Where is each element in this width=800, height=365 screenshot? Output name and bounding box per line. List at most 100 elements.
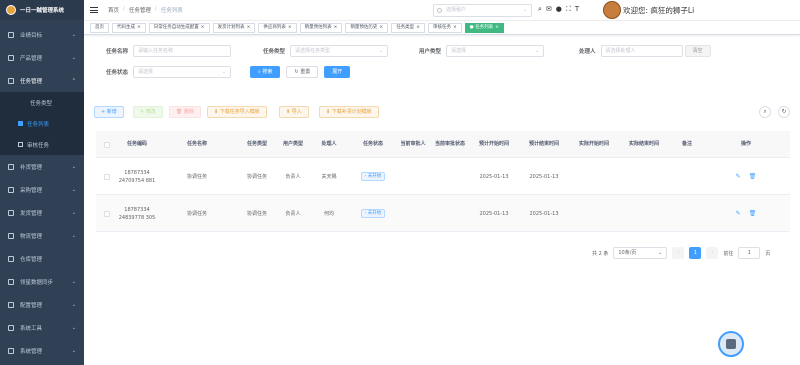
tag-label: 发货计划列表 [217,24,245,30]
header-name: 任务名称 [186,141,207,147]
download-import-template-button[interactable]: ⬇ 下载任务导入模板 [207,106,267,118]
import-label: 导入 [291,109,302,115]
edit-icon[interactable]: ✎ [736,173,741,181]
sidebar-item-sync[interactable]: 领星数据同步 ⌄ [0,270,84,293]
sidebar-item-label: 业绩目标 [20,32,43,39]
task-type-select[interactable]: 请选择任务类型 ⌄ [290,45,389,57]
close-icon[interactable]: × [201,25,205,30]
welcome-text[interactable]: 欢迎您: 疯狂的狮子Li [623,5,694,16]
breadcrumb-task-mgmt[interactable]: 任务管理 [129,6,151,14]
chevron-down-icon: ⌄ [378,48,384,54]
page-size-value: 10条/页 [618,250,637,256]
sidebar-subitem-task-list[interactable]: 任务列表 [0,113,84,134]
user-type-select[interactable]: 请选择 ⌄ [446,45,545,57]
refresh-icon[interactable]: ↻ [778,106,790,118]
task-name-input[interactable]: 请输入任务名称 [133,45,232,57]
tags-view: 首页 代码生成 × 日常任务自动生成配置 × 发货计划列表 × 供应商列表 × 销量预估… [84,21,800,35]
reset-button[interactable]: ↻ 重置 [286,66,319,78]
table-row[interactable]: 18787334 24839778 305 协调任务 协调任务 负责人 何均 -… [96,195,790,232]
sidebar-item-replenish[interactable]: 补货管理 ⌄ [0,155,84,178]
add-button[interactable]: + 新增 [94,106,124,118]
import-button[interactable]: ⬆ 导入 [279,106,309,118]
sidebar-item-purchase[interactable]: 采购管理 ⌄ [0,178,84,201]
delete-icon[interactable]: 🗑 [749,210,757,218]
tag-forecast-history[interactable]: 销量预估历史 × [345,22,389,33]
close-icon[interactable]: × [495,25,499,30]
tenant-placeholder: 选择租户 [446,7,467,13]
floating-assistant-button[interactable] [718,331,744,357]
table-row[interactable]: 18787334 24709754 881 协调任务 协调任务 负责人 关天赐 … [96,158,790,195]
expand-button[interactable]: 展开 [324,66,351,78]
task-status-select[interactable]: 请选择 ⌄ [133,66,232,78]
cell-actions: ✎ 🗑 [727,158,765,195]
type-placeholder: 请选择任务类型 [295,48,331,54]
search-button[interactable]: ⌕ 搜索 [250,66,281,78]
cell-approver [398,195,428,232]
task-table: 任务编码 任务名称 任务类型 用户类型 处理人 任务状态 当前审批人 当前审批状… [96,131,790,232]
close-icon[interactable]: × [288,25,292,30]
clear-button[interactable]: 清空 [684,45,711,57]
download-plan-template-button[interactable]: ⬇ 下载补货计划模板 [319,106,379,118]
row-checkbox[interactable] [104,173,110,180]
font-size-icon[interactable]: T [575,5,579,14]
tag-home[interactable]: 首页 [90,22,109,33]
tag-task-type[interactable]: 任务类型 × [391,22,425,33]
tag-ship-plan[interactable]: 发货计划列表 × [212,22,256,33]
close-icon[interactable]: × [247,25,251,30]
tag-daily-task[interactable]: 日常任务自动生成配置 × [148,22,210,33]
select-all-checkbox[interactable] [104,141,110,148]
app-logo[interactable]: 一日一贼管理系统 [0,0,84,20]
edit-icon[interactable]: ✎ [736,210,741,218]
close-icon[interactable]: × [334,25,338,30]
page-number[interactable]: 1 [689,247,702,259]
cell-approver [398,158,428,195]
sidebar-item-config[interactable]: 配置管理 ⌄ [0,293,84,316]
cell-plan-end: 2025-01-13 [529,173,559,180]
config-icon [8,301,14,308]
fullscreen-icon[interactable]: ⛶ [566,5,571,14]
page-size-select[interactable]: 10条/页 ⌄ [613,247,668,259]
search-icon[interactable]: ⌕ [538,5,542,14]
next-page-button[interactable]: › [706,247,719,259]
cell-actual-end [620,158,668,195]
hamburger-icon[interactable] [90,7,98,13]
github-icon[interactable]: ● [556,5,562,14]
prev-page-button[interactable]: ‹ [672,247,685,259]
delete-button[interactable]: 🗑 删除 [169,106,201,118]
row-checkbox[interactable] [104,210,110,217]
tag-task-list[interactable]: ● 任务列表 × [464,22,504,33]
tag-codegen[interactable]: 代码生成 × [112,22,146,33]
breadcrumb-home[interactable]: 首页 [108,6,119,14]
handler-input[interactable]: 请选择处理人 [600,45,683,57]
edit-label: 修改 [145,109,156,115]
message-icon[interactable]: ✉ [546,5,552,14]
sidebar-item-product[interactable]: 产品管理 ⌄ [0,46,84,69]
sidebar-item-tools[interactable]: 系统工具 ⌄ [0,316,84,339]
sidebar-item-logistics[interactable]: 物流管理 ⌄ [0,224,84,247]
close-icon[interactable]: × [453,25,457,30]
close-icon[interactable]: × [416,25,420,30]
goto-page-input[interactable]: 1 [738,247,761,259]
tenant-select[interactable]: 选择租户 ⌄ [433,4,532,17]
close-icon[interactable]: × [137,25,141,30]
delete-icon[interactable]: 🗑 [749,173,757,181]
sidebar-item-warehouse[interactable]: 仓库管理 [0,247,84,270]
avatar[interactable] [603,1,621,19]
tag-review[interactable]: 审核任务 × [427,22,462,33]
edit-button[interactable]: ✎ 修改 [133,106,163,118]
sidebar-subitem-task-type[interactable]: 任务类型 [0,92,84,113]
tag-sales-forecast[interactable]: 销量预估列表 × [299,22,343,33]
cart-icon [8,186,14,193]
toggle-search-icon[interactable]: ⌕ [759,106,771,118]
sidebar-item-task[interactable]: 任务管理 ⌃ [0,69,84,92]
sidebar-item-performance[interactable]: 业绩目标 ⌄ [0,23,84,46]
tag-label: 销量预估列表 [304,24,332,30]
tag-supplier[interactable]: 供应商列表 × [258,22,297,33]
sidebar-item-system[interactable]: 系统管理 ⌄ [0,339,84,362]
logistics-icon [8,232,14,239]
sidebar-item-label: 系统管理 [20,348,43,355]
sidebar-item-shipping[interactable]: 发货管理 ⌄ [0,201,84,224]
close-icon[interactable]: × [379,25,383,30]
cell-name: 协调任务 [186,210,207,217]
sidebar-subitem-review[interactable]: 审核任务 [0,134,84,155]
